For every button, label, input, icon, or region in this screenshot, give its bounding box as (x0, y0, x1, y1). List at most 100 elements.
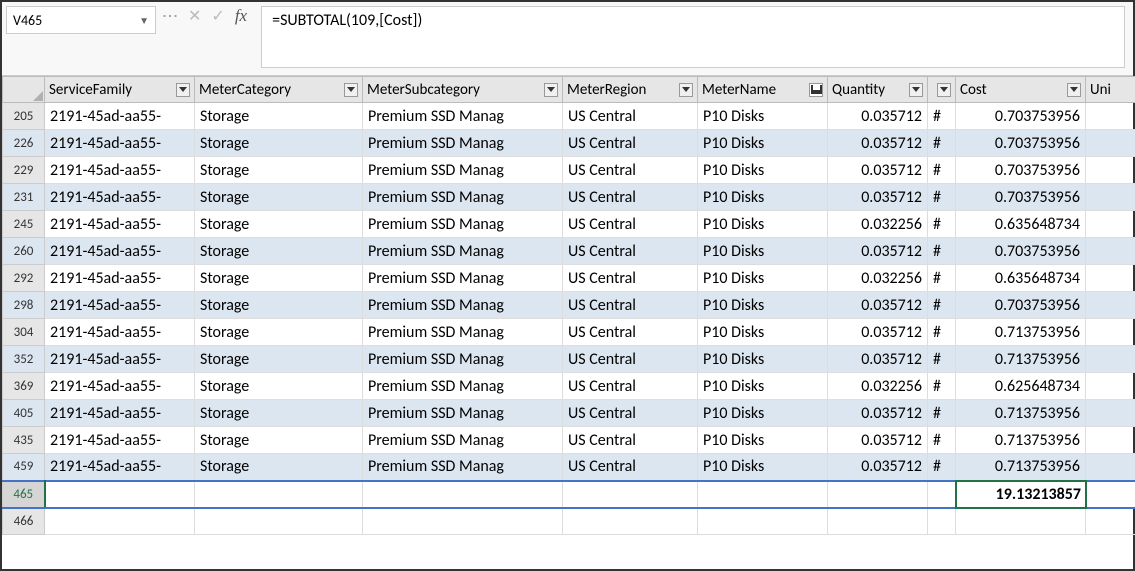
filter-icon[interactable] (1067, 83, 1081, 97)
row-header[interactable]: 298 (3, 292, 45, 319)
cell-hash[interactable]: # (928, 184, 956, 211)
cell-metersubcategory[interactable]: Premium SSD Manag (363, 184, 563, 211)
cell-meterregion[interactable]: US Central (563, 184, 698, 211)
filter-icon[interactable] (937, 83, 951, 97)
cell-uni[interactable] (1086, 292, 1135, 319)
cell-hash[interactable]: # (928, 238, 956, 265)
cell-cost[interactable]: 0.703753956 (956, 130, 1086, 157)
cell-metersubcategory[interactable]: Premium SSD Manag (363, 103, 563, 130)
cell-meterregion[interactable]: US Central (563, 346, 698, 373)
col-meterregion[interactable]: MeterRegion (563, 77, 698, 103)
cell-servicefamily[interactable]: 2191-45ad-aa55- (45, 238, 195, 265)
cell-uni[interactable] (1086, 400, 1135, 427)
cell-quantity[interactable]: 0.035712 (828, 184, 928, 211)
cell-quantity[interactable]: 0.035712 (828, 103, 928, 130)
col-uni[interactable]: Uni (1086, 77, 1135, 103)
filter-icon[interactable] (909, 83, 923, 97)
row-header[interactable]: 465 (3, 481, 45, 508)
cell-uni[interactable] (1086, 157, 1135, 184)
cell-cost[interactable]: 0.625648734 (956, 373, 1086, 400)
cell-metername[interactable]: P10 Disks (698, 346, 828, 373)
cell-cost[interactable]: 0.713753956 (956, 454, 1086, 481)
totals-cost-cell[interactable]: 19.13213857 (956, 481, 1086, 508)
cell-cost[interactable]: 0.713753956 (956, 346, 1086, 373)
row-header[interactable]: 369 (3, 373, 45, 400)
cell-metername[interactable]: P10 Disks (698, 211, 828, 238)
cell-servicefamily[interactable]: 2191-45ad-aa55- (45, 184, 195, 211)
cell-metercategory[interactable]: Storage (195, 130, 363, 157)
cell-metercategory[interactable]: Storage (195, 103, 363, 130)
cell-metersubcategory[interactable]: Premium SSD Manag (363, 130, 563, 157)
cell-quantity[interactable]: 0.035712 (828, 157, 928, 184)
cell-hash[interactable]: # (928, 400, 956, 427)
cell-metercategory[interactable]: Storage (195, 265, 363, 292)
cell-metername[interactable]: P10 Disks (698, 130, 828, 157)
cell-uni[interactable] (1086, 454, 1135, 481)
cell-servicefamily[interactable]: 2191-45ad-aa55- (45, 103, 195, 130)
cell-quantity[interactable]: 0.035712 (828, 400, 928, 427)
cell-hash[interactable]: # (928, 211, 956, 238)
cell-metername[interactable]: P10 Disks (698, 265, 828, 292)
row-header[interactable]: 466 (3, 508, 45, 535)
cell-uni[interactable] (1086, 184, 1135, 211)
cell-quantity[interactable]: 0.035712 (828, 238, 928, 265)
col-hash[interactable] (928, 77, 956, 103)
cell-cost[interactable]: 0.703753956 (956, 292, 1086, 319)
cell-uni[interactable] (1086, 265, 1135, 292)
cell-metersubcategory[interactable]: Premium SSD Manag (363, 346, 563, 373)
cell-metername[interactable]: P10 Disks (698, 427, 828, 454)
cell-uni[interactable] (1086, 103, 1135, 130)
row-header[interactable]: 226 (3, 130, 45, 157)
cell-meterregion[interactable]: US Central (563, 427, 698, 454)
col-servicefamily[interactable]: ServiceFamily (45, 77, 195, 103)
cell-metersubcategory[interactable]: Premium SSD Manag (363, 400, 563, 427)
cell-meterregion[interactable]: US Central (563, 157, 698, 184)
cell-uni[interactable] (1086, 427, 1135, 454)
row-header[interactable]: 459 (3, 454, 45, 481)
cell-servicefamily[interactable]: 2191-45ad-aa55- (45, 373, 195, 400)
formula-input[interactable]: =SUBTOTAL(109,[Cost]) (261, 6, 1125, 68)
cell-quantity[interactable]: 0.035712 (828, 130, 928, 157)
col-metersubcategory[interactable]: MeterSubcategory (363, 77, 563, 103)
cell-metersubcategory[interactable]: Premium SSD Manag (363, 319, 563, 346)
col-metercategory[interactable]: MeterCategory (195, 77, 363, 103)
col-cost[interactable]: Cost (956, 77, 1086, 103)
cell-metersubcategory[interactable]: Premium SSD Manag (363, 373, 563, 400)
enter-icon[interactable]: ✓ (211, 6, 224, 26)
cell-hash[interactable]: # (928, 292, 956, 319)
filter-icon[interactable] (544, 83, 558, 97)
fx-icon[interactable]: fx (235, 6, 247, 26)
cell-meterregion[interactable]: US Central (563, 265, 698, 292)
cell-meterregion[interactable]: US Central (563, 373, 698, 400)
cell-hash[interactable]: # (928, 427, 956, 454)
cell-metersubcategory[interactable]: Premium SSD Manag (363, 238, 563, 265)
cell-meterregion[interactable]: US Central (563, 319, 698, 346)
cell-cost[interactable]: 0.713753956 (956, 427, 1086, 454)
row-header[interactable]: 229 (3, 157, 45, 184)
cell-hash[interactable]: # (928, 454, 956, 481)
cell-quantity[interactable]: 0.035712 (828, 454, 928, 481)
cell-metersubcategory[interactable]: Premium SSD Manag (363, 454, 563, 481)
row-header[interactable]: 231 (3, 184, 45, 211)
cell-metercategory[interactable]: Storage (195, 319, 363, 346)
cell-quantity[interactable]: 0.035712 (828, 292, 928, 319)
cell-meterregion[interactable]: US Central (563, 211, 698, 238)
cell-uni[interactable] (1086, 130, 1135, 157)
row-header[interactable]: 405 (3, 400, 45, 427)
cell-servicefamily[interactable]: 2191-45ad-aa55- (45, 427, 195, 454)
cell-metercategory[interactable]: Storage (195, 184, 363, 211)
cell-meterregion[interactable]: US Central (563, 238, 698, 265)
cell-metercategory[interactable]: Storage (195, 400, 363, 427)
cell-hash[interactable]: # (928, 373, 956, 400)
cell-servicefamily[interactable]: 2191-45ad-aa55- (45, 400, 195, 427)
cell-uni[interactable] (1086, 346, 1135, 373)
cell-metername[interactable]: P10 Disks (698, 157, 828, 184)
col-metername[interactable]: MeterName (698, 77, 828, 103)
cell-metercategory[interactable]: Storage (195, 157, 363, 184)
cell-metersubcategory[interactable]: Premium SSD Manag (363, 427, 563, 454)
cell-metercategory[interactable]: Storage (195, 454, 363, 481)
cell-metersubcategory[interactable]: Premium SSD Manag (363, 265, 563, 292)
cell-hash[interactable]: # (928, 130, 956, 157)
cell-servicefamily[interactable]: 2191-45ad-aa55- (45, 346, 195, 373)
cell-servicefamily[interactable]: 2191-45ad-aa55- (45, 292, 195, 319)
